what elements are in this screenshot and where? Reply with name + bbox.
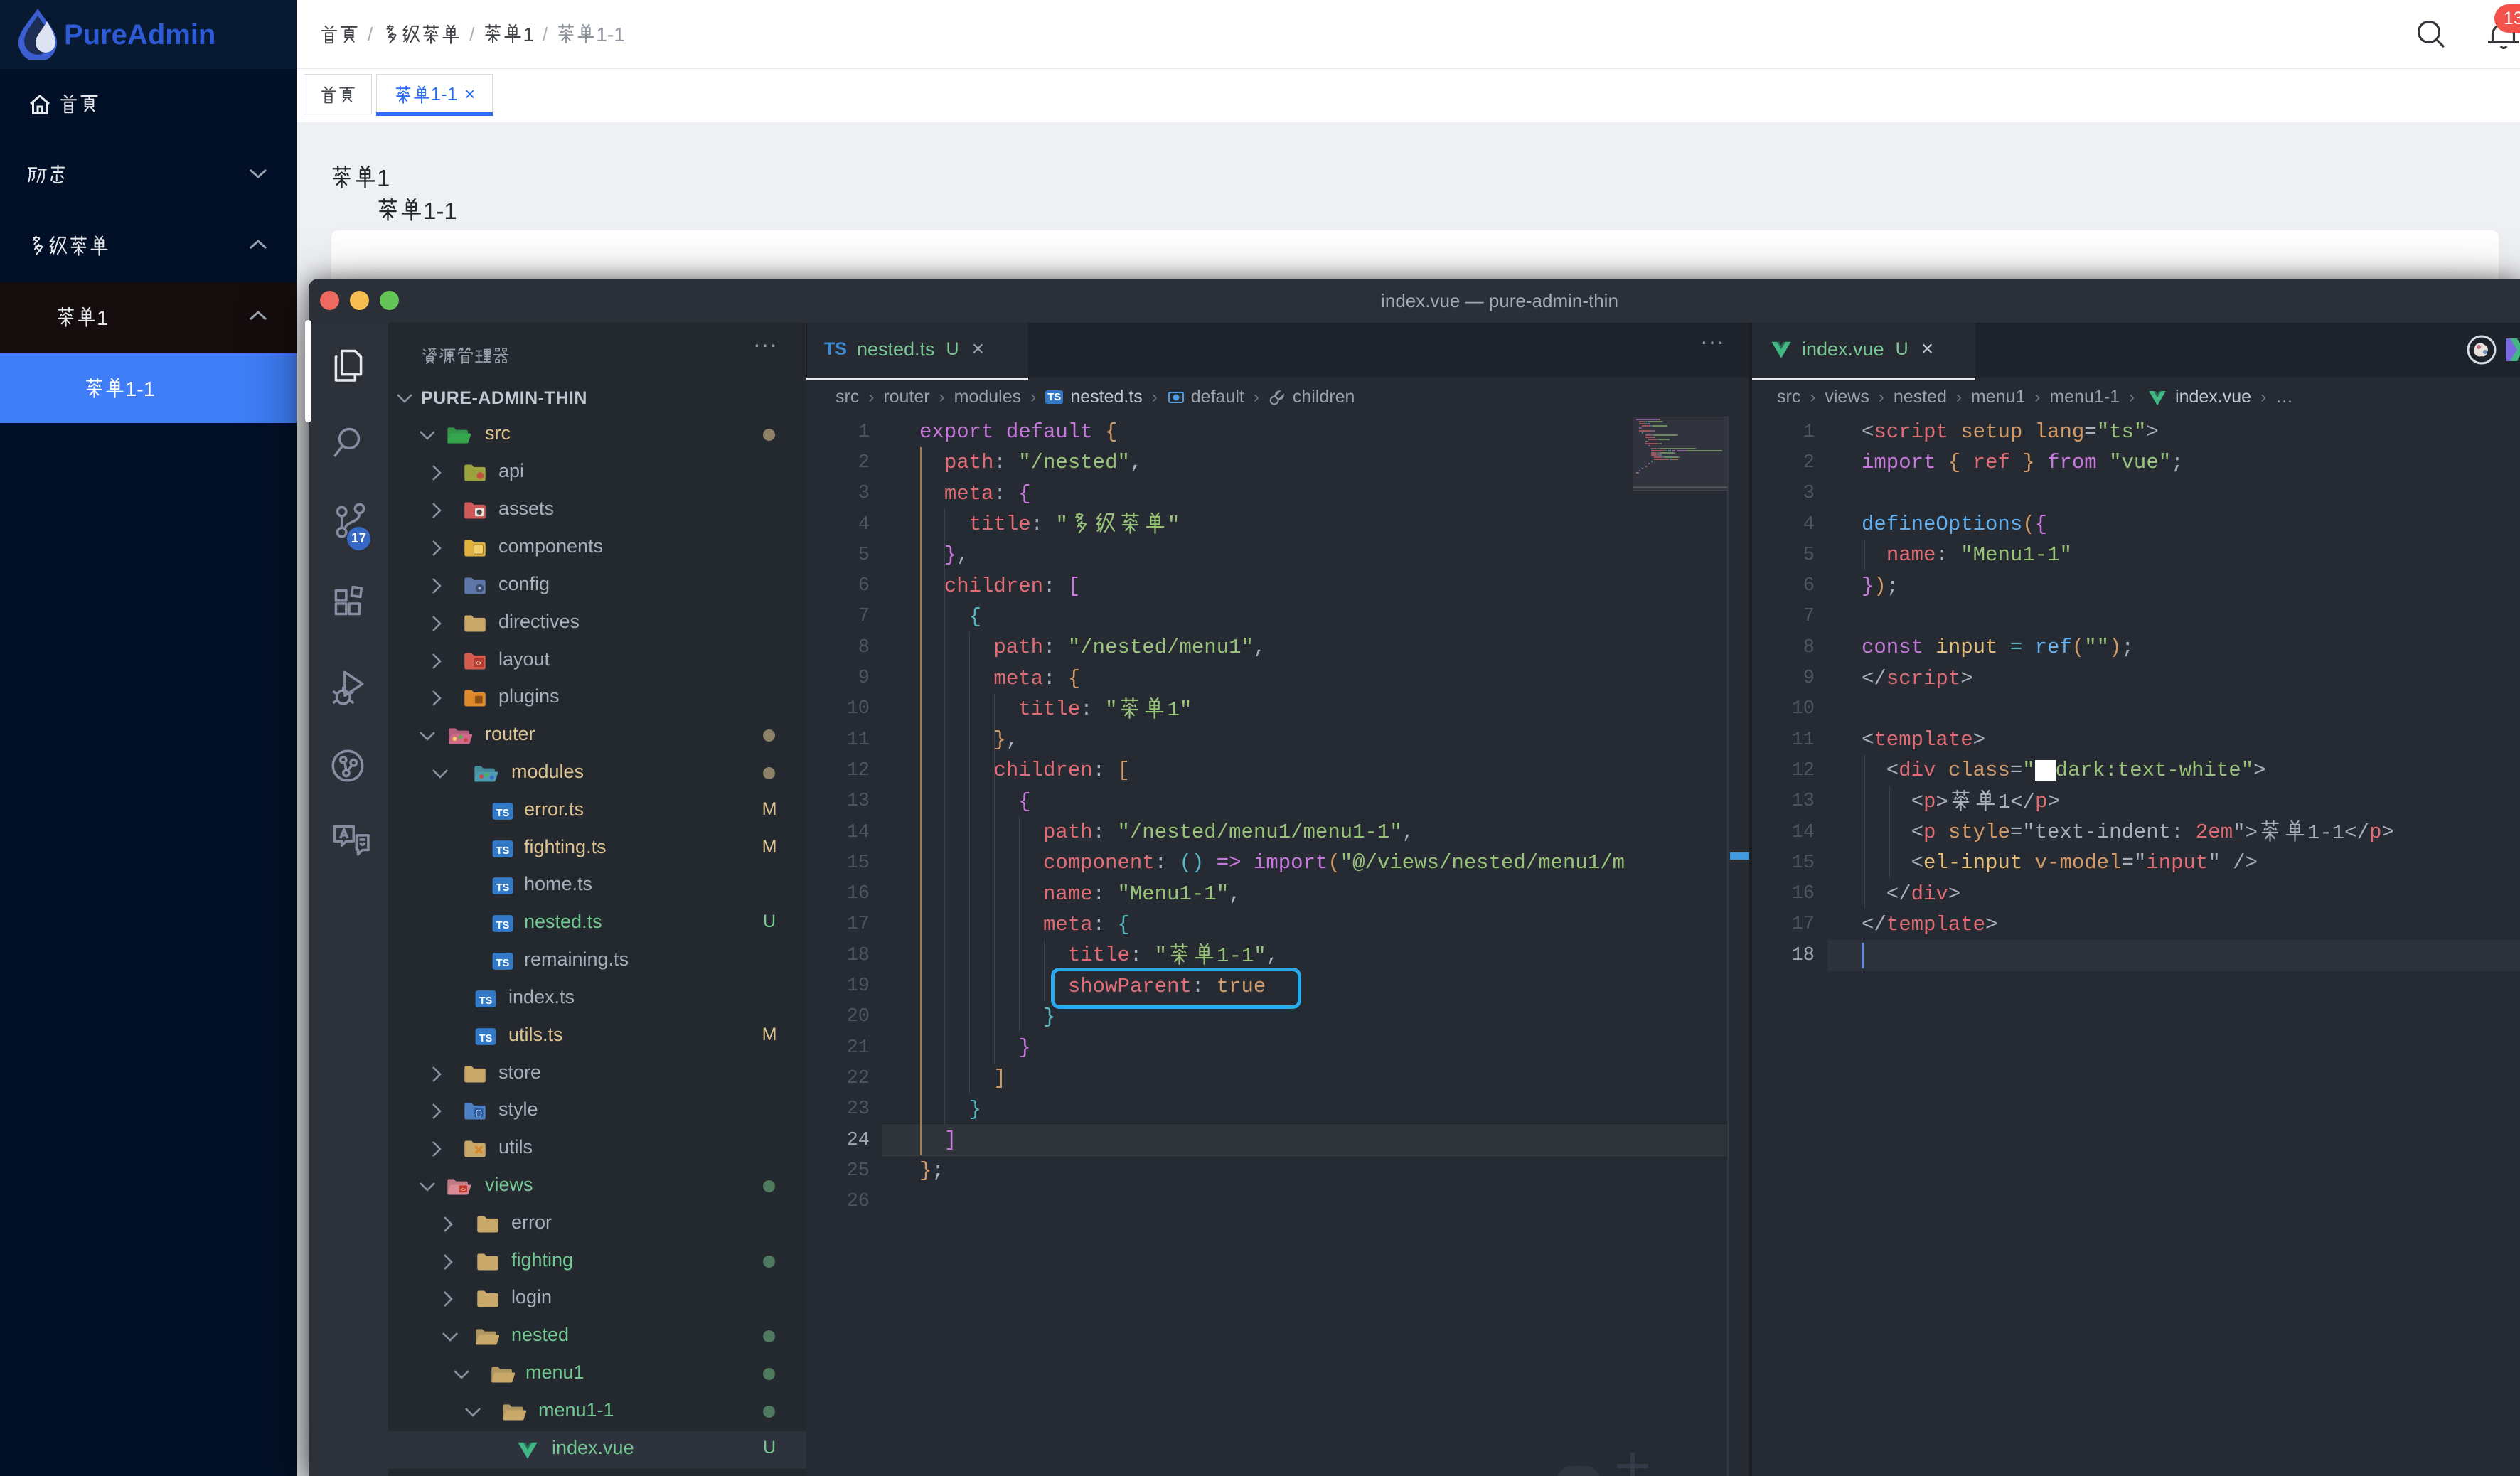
svg-text:TS: TS — [496, 882, 510, 894]
svg-text:TS: TS — [479, 995, 493, 1007]
svg-text:TS: TS — [496, 920, 510, 931]
svg-text:TS: TS — [496, 808, 510, 819]
svg-text:TS: TS — [479, 1033, 493, 1044]
svg-text:{}: {} — [474, 1110, 483, 1118]
svg-text:<>: <> — [475, 661, 483, 668]
svg-text:TS: TS — [496, 845, 510, 857]
svg-text:<>: <> — [460, 1188, 466, 1194]
svg-text:TS: TS — [496, 958, 510, 969]
